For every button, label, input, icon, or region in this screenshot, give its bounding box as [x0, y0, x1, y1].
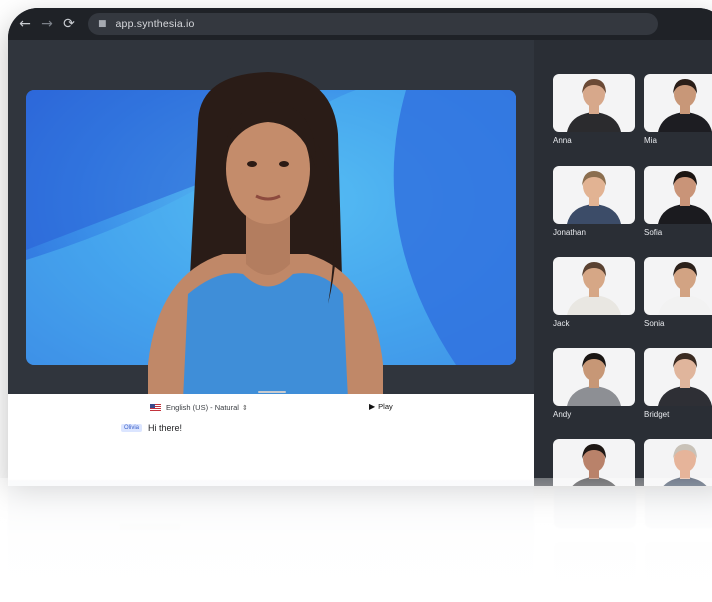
avatar-name: Anna [553, 136, 572, 145]
avatar-card[interactable] [644, 257, 712, 315]
avatar-name: Jonathan [553, 228, 586, 237]
script-text[interactable]: Hi there! [148, 423, 182, 433]
avatar-card[interactable] [553, 257, 635, 315]
browser-window: ← → ⟳ ■ app.synthesia.io Anna Mia Jonath… [8, 8, 712, 486]
avatar-name: Bridget [644, 410, 670, 419]
address-bar[interactable]: ■ app.synthesia.io [88, 13, 658, 35]
avatar-thumbnail [567, 353, 621, 406]
reflection-fade [0, 478, 712, 602]
avatar-thumbnail [567, 171, 621, 224]
avatar-card[interactable] [553, 166, 635, 224]
avatar-thumbnail [658, 79, 712, 132]
avatar-name: Sonia [644, 319, 665, 328]
avatar-thumbnail [658, 353, 712, 406]
avatar-thumbnail [658, 171, 712, 224]
browser-toolbar: ← → ⟳ ■ app.synthesia.io [8, 8, 712, 40]
play-icon: ▶ [369, 402, 376, 411]
avatar-card[interactable] [553, 74, 635, 132]
forward-arrow-icon[interactable]: → [36, 13, 58, 35]
lock-icon: ■ [98, 19, 107, 29]
avatar-name: Jack [553, 319, 570, 328]
avatar-card[interactable] [644, 74, 712, 132]
back-arrow-icon[interactable]: ← [14, 13, 36, 35]
avatar-name: Mia [644, 136, 657, 145]
url-text: app.synthesia.io [115, 18, 195, 30]
voice-language-select[interactable]: English (US) - Natural ⇕ [150, 403, 248, 412]
video-stage [8, 40, 534, 400]
avatar-library-panel: Anna Mia Jonathan Sofia Jack Sonia Andy Bridget [534, 40, 712, 486]
resize-handle[interactable] [258, 391, 286, 393]
speaker-chip[interactable]: Olivia [121, 424, 143, 432]
avatar-name: Sofia [644, 228, 663, 237]
voice-language-label: English (US) - Natural [166, 403, 239, 412]
script-editor: English (US) - Natural ⇕ ▶ Play Olivia H… [8, 391, 534, 486]
avatar-thumbnail [567, 262, 621, 315]
avatar-thumbnail [658, 262, 712, 315]
reload-icon[interactable]: ⟳ [58, 13, 80, 35]
select-caret-icon: ⇕ [241, 403, 248, 412]
play-button[interactable]: ▶ Play [369, 402, 393, 411]
avatar-card[interactable] [644, 166, 712, 224]
avatar-card[interactable] [644, 348, 712, 406]
us-flag-icon [150, 403, 161, 412]
avatar-thumbnail [567, 79, 621, 132]
presenter-avatar [148, 72, 383, 400]
avatar-card[interactable] [553, 348, 635, 406]
avatar-name: Andy [553, 410, 572, 419]
play-label: Play [378, 402, 393, 411]
